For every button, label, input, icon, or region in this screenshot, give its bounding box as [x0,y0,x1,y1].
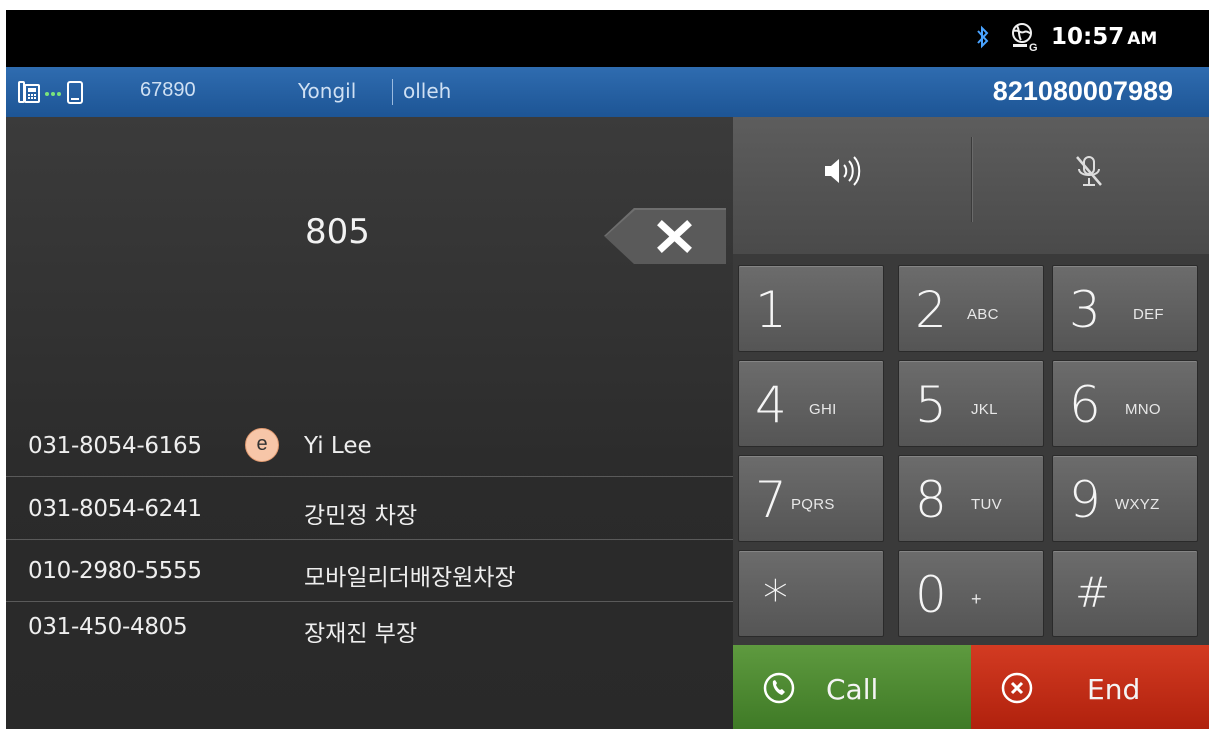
key-letters: + [971,589,982,609]
device-link-icons [18,81,83,104]
contact-result-row[interactable]: 031-8054-6241 강민정 차장 [6,478,733,540]
key-digit: 4 [755,376,787,434]
close-circle-icon [1001,672,1033,704]
clock: 10:57 AM [1051,24,1157,50]
result-name: 모바일리더배장원차장 [304,565,516,591]
phone-handset-icon [763,672,795,704]
contact-result-row[interactable]: 010-2980-5555 모바일리더배장원차장 [6,540,733,602]
contact-result-row[interactable]: 031-8054-6165 e Yi Lee [6,415,733,477]
call-label: Call [826,673,879,706]
audio-controls [733,117,1209,254]
result-number: 010-2980-5555 [28,558,202,584]
svg-text:G: G [1029,42,1038,52]
mute-button[interactable] [972,117,1209,232]
result-number: 031-8054-6165 [28,433,202,459]
key-letters: PQRS [791,496,835,513]
account-info-bar: 67890 Yongil olleh 821080007989 [6,67,1209,117]
key-2[interactable]: 2 ABC [898,265,1044,352]
key-digit: 6 [1069,376,1101,434]
result-name: 강민정 차장 [304,503,418,529]
key-4[interactable]: 4 GHI [738,360,884,447]
clock-ampm: AM [1127,29,1158,49]
backspace-button[interactable] [604,208,726,264]
key-letters: TUV [971,496,1002,513]
row-divider [6,476,733,477]
mobile-phone-icon [67,81,83,104]
key-8[interactable]: 8 TUV [898,455,1044,542]
keypad-panel: 1 2 ABC 3 DEF 4 GHI 5 JKL 6 MNO 7 PQRS 8… [733,117,1209,729]
carrier-name: olleh [403,79,452,103]
key-digit: 5 [915,376,947,434]
bluetooth-icon [977,25,989,49]
link-dots-icon [45,92,61,96]
contact-result-row[interactable]: 031-450-4805 장재진 부장 [6,596,733,658]
key-digit: 0 [915,566,947,624]
dialed-number-display[interactable]: 805 [305,212,370,252]
key-letters: MNO [1125,401,1161,418]
key-6[interactable]: 6 MNO [1052,360,1198,447]
call-button[interactable]: Call [733,645,971,729]
end-button[interactable]: End [971,645,1209,729]
speaker-button[interactable] [733,117,971,232]
speaker-icon [825,156,861,186]
key-letters: DEF [1133,306,1164,323]
key-digit: 8 [915,471,947,529]
result-name: 장재진 부장 [304,621,418,647]
key-5[interactable]: 5 JKL [898,360,1044,447]
end-label: End [1087,673,1141,706]
key-digit: 9 [1069,471,1101,529]
desk-phone-icon [18,81,40,103]
status-bar: G 10:57 AM [6,10,1209,67]
key-digit: * [763,570,788,628]
extension-number: 67890 [140,79,196,101]
key-hash[interactable]: # [1052,550,1198,637]
key-letters: ABC [967,306,999,323]
key-3[interactable]: 3 DEF [1052,265,1198,352]
key-1[interactable]: 1 [738,265,884,352]
key-star[interactable]: * [738,550,884,637]
dial-display-panel: 805 031-8054-6165 e Yi Lee 031-8054-6241… [6,117,733,729]
clock-time: 10:57 [1051,24,1125,50]
result-number: 031-450-4805 [28,614,188,640]
result-name: Yi Lee [304,433,372,459]
key-9[interactable]: 9 WXYZ [1052,455,1198,542]
key-letters: WXYZ [1115,496,1160,513]
key-letters: JKL [971,401,998,418]
key-0[interactable]: 0 + [898,550,1044,637]
key-digit: # [1075,568,1111,617]
info-separator [392,79,393,105]
mic-muted-icon [1076,156,1102,186]
key-digit: 7 [755,471,787,529]
key-digit: 2 [915,281,947,339]
key-digit: 3 [1069,281,1101,339]
presence-badge: e [245,428,279,462]
backspace-icon [604,208,726,264]
phone-screen: G 10:57 AM 67890 Yongil olleh 8210800079… [6,10,1209,729]
result-number: 031-8054-6241 [28,496,202,522]
key-7[interactable]: 7 PQRS [738,455,884,542]
key-letters: GHI [809,401,837,418]
network-globe-icon: G [1012,23,1038,52]
user-name: Yongil [298,79,357,103]
key-digit: 1 [755,281,787,339]
own-phone-number: 821080007989 [992,76,1173,106]
